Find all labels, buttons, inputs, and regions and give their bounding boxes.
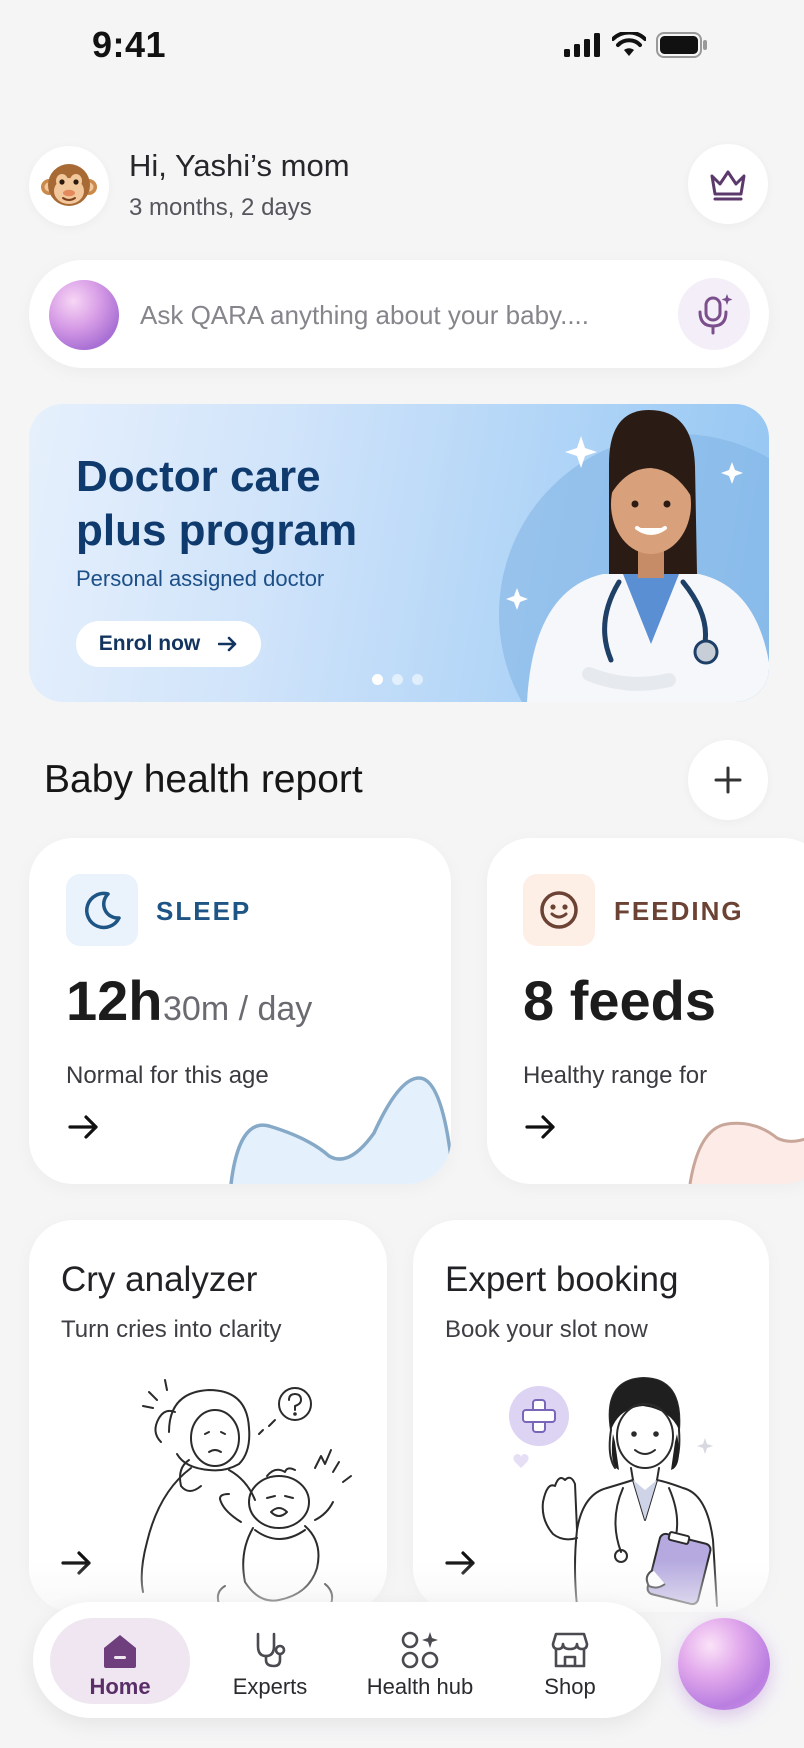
sleep-label: SLEEP: [156, 896, 252, 926]
carousel-dot-1[interactable]: [372, 674, 383, 685]
baby-age-text: 3 months, 2 days: [129, 194, 312, 221]
nav-shop[interactable]: Shop: [500, 1618, 640, 1704]
stethoscope-icon: [256, 1632, 286, 1668]
sleep-minutes-value: 30m / day: [163, 990, 313, 1028]
sleep-icon-tile: [66, 874, 138, 946]
ai-mic-icon: [698, 294, 733, 335]
health-report-title: Baby health report: [44, 758, 363, 801]
plus-icon: [714, 766, 742, 794]
sleep-hours-value: 12h: [66, 969, 163, 1032]
status-time: 9:41: [92, 24, 167, 65]
feeding-count-value: 8 feeds: [523, 969, 716, 1032]
nav-health-hub-label: Health hub: [366, 1674, 474, 1699]
expert-booking-title: Expert booking: [445, 1260, 679, 1299]
nav-experts-label: Experts: [232, 1674, 308, 1699]
enrol-now-label: Enrol now: [98, 632, 201, 655]
feeding-icon-tile: [523, 874, 595, 946]
carousel-dot-2[interactable]: [392, 674, 403, 685]
arrow-right-icon: [525, 1115, 555, 1139]
cry-analyzer-subtitle: Turn cries into clarity: [61, 1316, 282, 1343]
smiley-icon: [540, 891, 578, 929]
voice-ask-button[interactable]: [678, 278, 750, 350]
expert-booking-subtitle: Book your slot now: [445, 1316, 648, 1343]
carousel-dot-3[interactable]: [412, 674, 423, 685]
nav-home[interactable]: Home: [50, 1618, 190, 1704]
add-record-button[interactable]: [688, 740, 768, 820]
nav-shop-label: Shop: [544, 1674, 596, 1699]
moon-icon: [85, 891, 121, 930]
arrow-right-icon: [218, 636, 237, 652]
expert-booking-card[interactable]: Expert booking Book your slot now: [413, 1220, 769, 1612]
store-icon: [551, 1632, 589, 1668]
banner-title: Doctor care plus program: [76, 452, 358, 555]
cry-analyzer-title: Cry analyzer: [61, 1260, 258, 1299]
sleep-note: Normal for this age: [66, 1062, 269, 1089]
premium-button[interactable]: [688, 144, 768, 224]
battery-icon: [656, 32, 707, 58]
sleep-details-arrow[interactable]: [68, 1114, 100, 1145]
apps-sparkle-icon: [401, 1631, 439, 1669]
carousel-dots: [372, 674, 423, 685]
feeding-note: Healthy range for: [523, 1062, 708, 1089]
arrow-right-icon: [68, 1115, 98, 1139]
greeting-text: Hi, Yashi’s mom: [129, 148, 350, 183]
baby-avatar[interactable]: [29, 146, 109, 226]
status-icons: [564, 32, 708, 58]
qara-assistant-button[interactable]: [678, 1618, 770, 1710]
enrol-now-button[interactable]: Enrol now: [76, 621, 261, 667]
crown-icon: [710, 170, 746, 201]
search-input[interactable]: Ask QARA anything about your baby....: [140, 300, 589, 331]
feeding-label: FEEDING: [614, 896, 744, 926]
monkey-icon: [41, 164, 97, 206]
nav-experts[interactable]: Experts: [200, 1618, 340, 1704]
banner-subtitle: Personal assigned doctor: [76, 566, 325, 591]
nav-health-hub[interactable]: Health hub: [350, 1618, 490, 1704]
feeding-details-arrow[interactable]: [525, 1114, 557, 1145]
home-icon: [104, 1635, 136, 1668]
nav-home-label: Home: [89, 1674, 151, 1699]
qara-orb-icon: [49, 280, 119, 350]
cry-analyzer-card[interactable]: Cry analyzer Turn cries into clarity: [29, 1220, 387, 1612]
wifi-icon: [612, 32, 646, 56]
signal-icon: [564, 33, 600, 57]
